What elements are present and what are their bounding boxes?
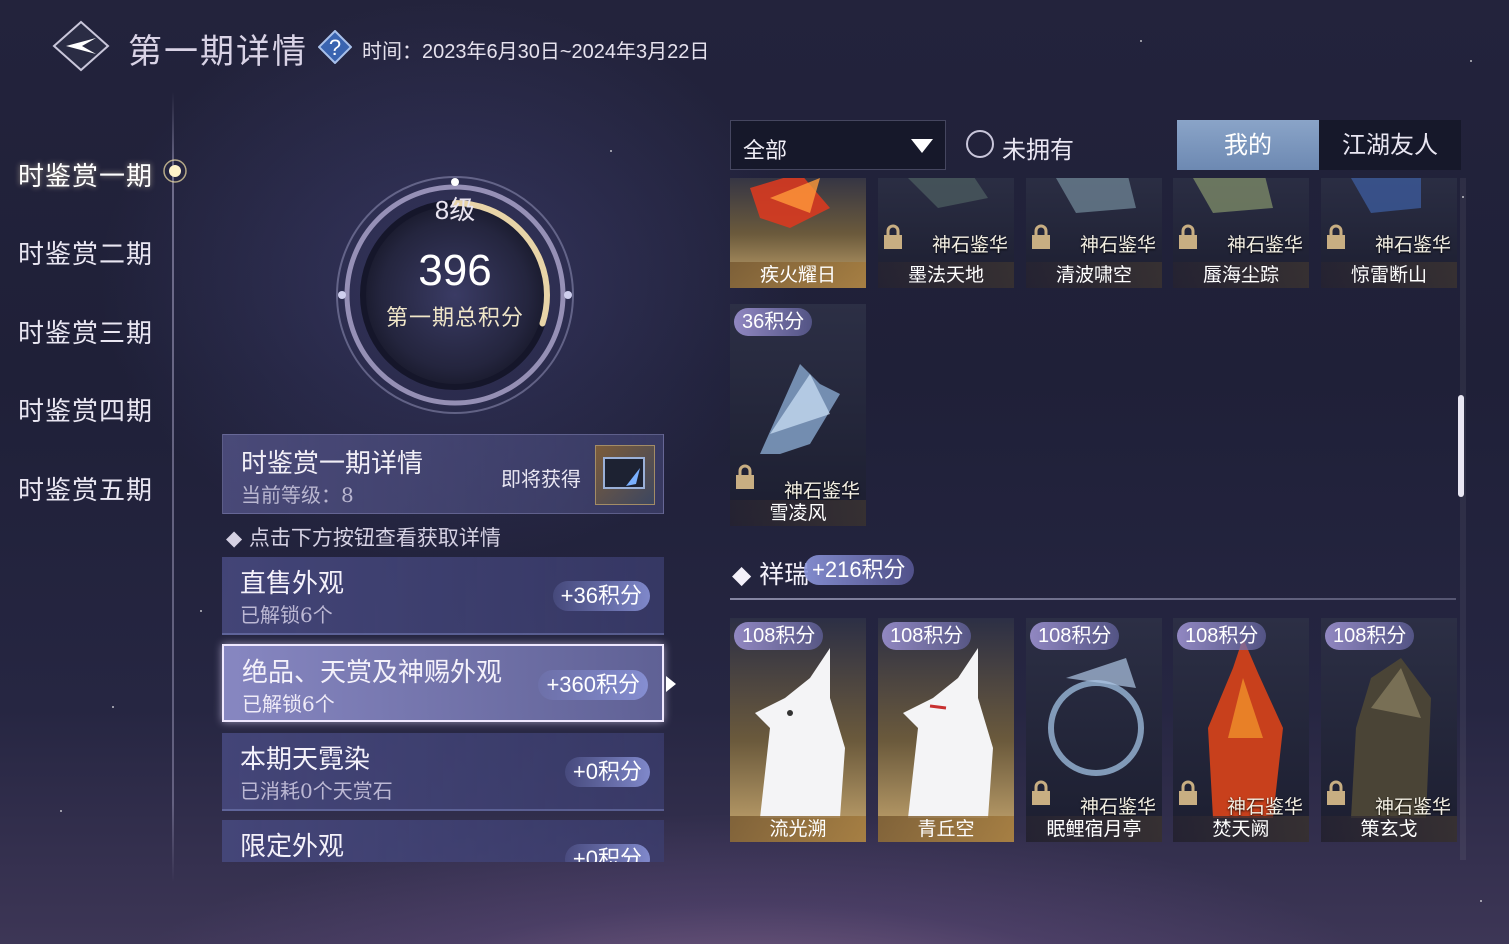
nav-item-period-5[interactable]: 时鉴赏五期 <box>18 470 153 507</box>
appearance-art <box>903 648 993 818</box>
appearance-card[interactable]: 神石鉴华 蜃海尘踪 <box>1173 178 1309 288</box>
appearance-card[interactable]: 疾火耀日 <box>730 178 866 288</box>
category-sub: 已解锁6个 <box>240 603 333 627</box>
nav-item-period-4[interactable]: 时鉴赏四期 <box>18 391 153 428</box>
points-badge: +360积分 <box>538 670 648 700</box>
lock-icon <box>884 224 902 249</box>
lock-icon <box>736 464 754 489</box>
appearance-card[interactable]: 神石鉴华 惊雷断山 <box>1321 178 1457 288</box>
appearance-points: 108积分 <box>1325 622 1415 650</box>
current-level: 当前等级：8 <box>241 483 354 507</box>
category-limited[interactable]: 限定外观 +0积分 <box>222 820 664 862</box>
lock-icon <box>1327 780 1345 805</box>
appearance-art <box>755 648 845 818</box>
appearance-source: 神石鉴华 <box>1374 234 1451 256</box>
points-badge: +36积分 <box>552 581 650 611</box>
appearance-name: 流光溯 <box>730 816 866 842</box>
appearance-points: 108积分 <box>1030 622 1120 650</box>
appearance-points: 108积分 <box>734 622 824 650</box>
dropdown-value: 全部 <box>743 139 788 164</box>
score-ring: 8级 396 第一期总积分 <box>330 170 580 420</box>
detail-title: 时鉴赏一期详情 <box>241 449 424 479</box>
score-total: 396 <box>418 246 492 295</box>
lock-icon <box>1179 780 1197 805</box>
category-sub: 已消耗0个天赏石 <box>240 779 393 803</box>
appearance-name: 雪凌风 <box>730 500 866 526</box>
points-badge: +0积分 <box>564 757 650 787</box>
lock-icon <box>1327 224 1345 249</box>
appearance-source: 神石鉴华 <box>931 234 1008 256</box>
appearance-name: 眠鲤宿月亭 <box>1026 816 1162 842</box>
grid-scrollbar-track[interactable] <box>1460 178 1466 860</box>
appearance-card[interactable]: 36积分 神石鉴华 雪凌风 <box>730 304 866 526</box>
appearance-card[interactable]: 108积分 神石鉴华 焚天阙 <box>1173 618 1309 842</box>
lock-icon <box>1032 780 1050 805</box>
appearance-points: 108积分 <box>1177 622 1267 650</box>
appearance-card[interactable]: 108积分 青丘空 <box>878 618 1014 842</box>
appearance-name: 策玄戈 <box>1321 816 1457 842</box>
hint-text: ◆ 点击下方按钮查看获取详情 <box>226 526 501 550</box>
svg-text:?: ? <box>329 35 341 60</box>
appearance-points: 36积分 <box>734 308 813 336</box>
appearance-source: 神石鉴华 <box>1079 234 1156 256</box>
appearance-source: 神石鉴华 <box>1226 796 1303 818</box>
appearance-name: 墨法天地 <box>878 262 1014 288</box>
lock-icon <box>1032 224 1050 249</box>
nav-divider <box>172 92 174 882</box>
points-badge: +0积分 <box>564 844 650 862</box>
score-level: 8级 <box>434 195 476 225</box>
period-detail-card[interactable]: 时鉴赏一期详情 当前等级：8 即将获得 <box>222 434 664 514</box>
tab-friends[interactable]: 江湖友人 <box>1319 120 1461 170</box>
category-title: 绝品、天赏及神赐外观 <box>242 658 503 688</box>
appearance-name: 蜃海尘踪 <box>1173 262 1309 288</box>
section-title: ◆ 祥瑞 <box>732 560 810 589</box>
selected-arrow-icon <box>666 676 676 692</box>
category-title: 直售外观 <box>240 569 345 599</box>
category-dye[interactable]: 本期天霓染 已消耗0个天赏石 +0积分 <box>222 733 664 811</box>
appearance-card[interactable]: 神石鉴华 清波啸空 <box>1026 178 1162 288</box>
category-limited-clip: 限定外观 +0积分 <box>222 820 664 862</box>
appearance-card[interactable]: 神石鉴华 墨法天地 <box>878 178 1014 288</box>
appearance-source: 神石鉴华 <box>1374 796 1451 818</box>
category-title: 限定外观 <box>240 832 345 862</box>
help-icon[interactable]: ? <box>317 29 353 65</box>
appearance-card[interactable]: 108积分 神石鉴华 策玄戈 <box>1321 618 1457 842</box>
appearance-name: 清波啸空 <box>1026 262 1162 288</box>
filter-dropdown[interactable]: 全部 <box>730 120 946 170</box>
appearance-name: 青丘空 <box>878 816 1014 842</box>
grid-scrollbar-thumb[interactable] <box>1458 395 1464 497</box>
back-arrow-icon <box>52 20 110 72</box>
section-divider <box>730 598 1456 600</box>
appearance-source: 神石鉴华 <box>1079 796 1156 818</box>
tab-mine[interactable]: 我的 <box>1177 120 1319 170</box>
appearance-points: 108积分 <box>882 622 972 650</box>
not-owned-radio[interactable] <box>966 130 994 158</box>
nav-active-marker-icon <box>163 159 187 183</box>
not-owned-label[interactable]: 未拥有 <box>1002 130 1074 165</box>
period-time: 时间：2023年6月30日~2024年3月22日 <box>362 41 710 63</box>
section-points-badge: +216积分 <box>804 555 914 585</box>
page-title: 第一期详情 <box>128 32 308 72</box>
back-button[interactable] <box>52 20 110 72</box>
appearance-source: 神石鉴华 <box>783 480 860 502</box>
reward-thumbnail[interactable] <box>595 445 655 505</box>
category-sub: 已解锁6个 <box>242 692 335 716</box>
chevron-down-icon <box>911 139 933 153</box>
category-direct-sale[interactable]: 直售外观 已解锁6个 +36积分 <box>222 557 664 635</box>
appearance-name: 惊雷断山 <box>1321 262 1457 288</box>
appearance-card[interactable]: 108积分 神石鉴华 眠鲤宿月亭 <box>1026 618 1162 842</box>
category-title: 本期天霓染 <box>240 745 371 775</box>
appearance-name: 焚天阙 <box>1173 816 1309 842</box>
soon-label: 即将获得 <box>501 467 581 491</box>
appearance-name: 疾火耀日 <box>730 262 866 288</box>
score-label: 第一期总积分 <box>385 306 524 331</box>
appearance-card[interactable]: 108积分 流光溯 <box>730 618 866 842</box>
appearance-source: 神石鉴华 <box>1226 234 1303 256</box>
appearance-grid: 疾火耀日 神石鉴华 墨法天地 神石鉴华 清波啸空 神石鉴华 蜃海尘踪 神石鉴华 … <box>730 178 1458 860</box>
category-premium[interactable]: 绝品、天赏及神赐外观 已解锁6个 +360积分 <box>222 644 676 722</box>
nav-item-period-3[interactable]: 时鉴赏三期 <box>18 313 153 350</box>
nav-item-period-1[interactable]: 时鉴赏一期 <box>18 156 153 193</box>
nav-item-period-2[interactable]: 时鉴赏二期 <box>18 234 153 271</box>
lock-icon <box>1179 224 1197 249</box>
